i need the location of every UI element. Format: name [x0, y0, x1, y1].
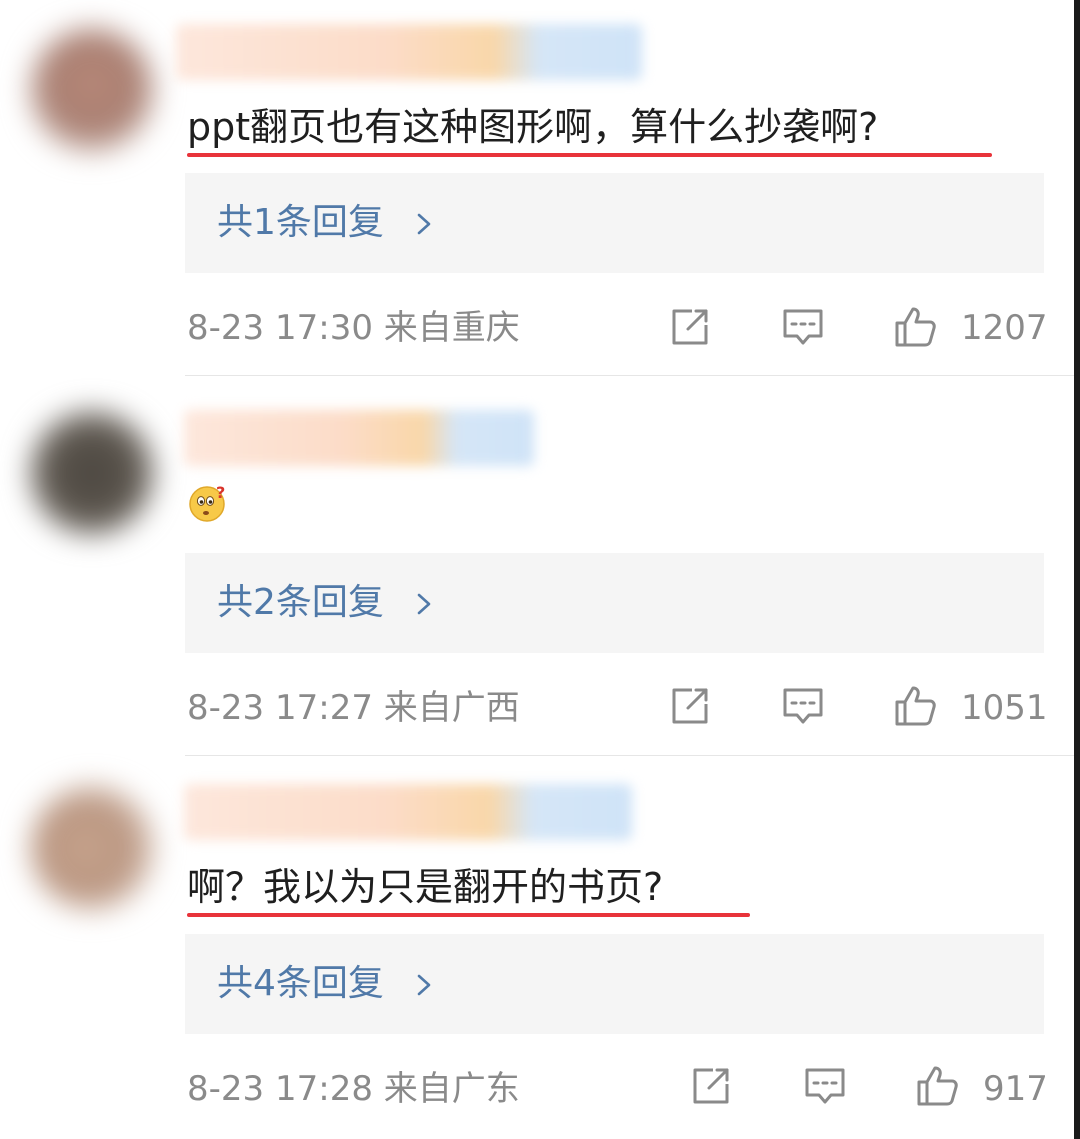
comment-text: 啊？我以为只是翻开的书页? — [187, 865, 664, 909]
avatar[interactable] — [30, 786, 154, 910]
comment-time: 8-23 17:30 — [187, 308, 373, 348]
comment-meta: 8-23 17:30 来自重庆 — [187, 306, 520, 350]
reply-summary-box[interactable]: 共1条回复 — [185, 173, 1044, 273]
share-edit-icon[interactable] — [668, 684, 712, 728]
comment-meta: 8-23 17:28 来自广东 — [187, 1067, 520, 1111]
like-count: 1207 — [961, 308, 1048, 348]
comment-time: 8-23 17:28 — [187, 1069, 373, 1109]
chevron-right-icon — [417, 213, 431, 235]
highlight-underline — [187, 153, 992, 157]
comment-icon[interactable] — [781, 684, 825, 728]
username-blurred[interactable] — [184, 784, 632, 840]
thumbs-up-icon[interactable] — [893, 684, 937, 728]
like-count: 917 — [983, 1069, 1048, 1109]
comment-meta: 8-23 17:27 来自广西 — [187, 686, 520, 730]
highlight-underline — [187, 913, 750, 917]
avatar[interactable] — [30, 28, 154, 152]
reply-summary-box[interactable]: 共2条回复 — [185, 553, 1044, 653]
thinking-question-emoji-icon: ? — [189, 483, 225, 522]
comment-icon[interactable] — [803, 1064, 847, 1108]
avatar[interactable] — [30, 411, 154, 535]
screen-edge — [1074, 0, 1080, 1139]
comment-text: ppt翻页也有这种图形啊，算什么抄袭啊? — [187, 105, 879, 149]
chevron-right-icon — [417, 974, 431, 996]
comment-location: 来自广西 — [383, 688, 520, 728]
share-edit-icon[interactable] — [689, 1064, 733, 1108]
share-edit-icon[interactable] — [668, 305, 712, 349]
comment-time: 8-23 17:27 — [187, 688, 373, 728]
reply-count-link[interactable]: 共1条回复 — [217, 200, 384, 246]
like-count: 1051 — [961, 688, 1048, 728]
comment-item: ? 共2条回复 8-23 17:27 来自广西 1051 — [0, 376, 1074, 756]
username-blurred[interactable] — [184, 410, 534, 466]
comment-item: ppt翻页也有这种图形啊，算什么抄袭啊? 共1条回复 8-23 17:30 来自… — [0, 0, 1074, 376]
username-blurred[interactable] — [176, 24, 642, 80]
chevron-right-icon — [417, 593, 431, 615]
comment-icon[interactable] — [781, 305, 825, 349]
reply-summary-box[interactable]: 共4条回复 — [185, 934, 1044, 1034]
comment-item: 啊？我以为只是翻开的书页? 共4条回复 8-23 17:28 来自广东 917 — [0, 756, 1074, 1139]
reply-count-link[interactable]: 共4条回复 — [217, 961, 384, 1007]
thumbs-up-icon[interactable] — [893, 305, 937, 349]
thumbs-up-icon[interactable] — [915, 1064, 959, 1108]
comment-location: 来自重庆 — [383, 308, 520, 348]
comment-location: 来自广东 — [383, 1069, 520, 1109]
reply-count-link[interactable]: 共2条回复 — [217, 580, 384, 626]
svg-text:?: ? — [216, 483, 225, 502]
